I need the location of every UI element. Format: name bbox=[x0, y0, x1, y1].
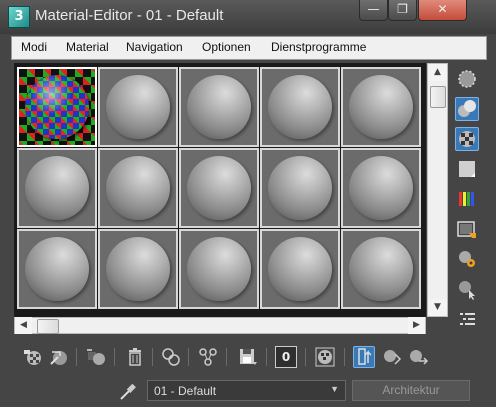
material-preview-sphere bbox=[106, 237, 170, 301]
toolbar-separator bbox=[226, 348, 227, 366]
backlight-icon[interactable] bbox=[455, 97, 479, 121]
material-preview-sphere bbox=[25, 75, 89, 139]
material-preview-sphere bbox=[187, 75, 251, 139]
menu-bar: Modi Material Navigation Optionen Dienst… bbox=[11, 36, 487, 60]
material-sample-slot[interactable] bbox=[98, 229, 178, 309]
horizontal-scroll-thumb[interactable] bbox=[37, 319, 59, 334]
material-preview-sphere bbox=[349, 156, 413, 220]
show-end-result-icon[interactable] bbox=[353, 346, 375, 368]
toolbar-separator bbox=[114, 348, 115, 366]
restore-button[interactable]: ❐ bbox=[388, 0, 417, 21]
material-preview-sphere bbox=[187, 237, 251, 301]
material-sample-slot[interactable] bbox=[98, 67, 178, 147]
delete-material-icon[interactable] bbox=[124, 346, 146, 368]
material-preview-sphere bbox=[187, 156, 251, 220]
background-checker-icon[interactable] bbox=[455, 127, 479, 151]
scroll-up-arrow-icon[interactable]: ▲ bbox=[428, 64, 447, 81]
material-id-channel-button[interactable]: 0 bbox=[275, 346, 297, 368]
material-type-button[interactable]: Architektur bbox=[352, 380, 470, 401]
material-navigator-icon[interactable] bbox=[455, 307, 479, 331]
menu-item-modi[interactable]: Modi bbox=[21, 40, 47, 54]
material-preview-sphere bbox=[268, 75, 332, 139]
go-to-parent-icon[interactable] bbox=[381, 346, 403, 368]
toolbar-separator bbox=[188, 348, 189, 366]
material-preview-sphere bbox=[349, 75, 413, 139]
material-preview-sphere bbox=[268, 237, 332, 301]
material-sample-slot[interactable] bbox=[341, 148, 421, 228]
assign-material-to-selection-icon[interactable] bbox=[84, 346, 106, 368]
app-icon[interactable]: 3 bbox=[8, 6, 30, 28]
material-name-value: 01 - Default bbox=[154, 384, 217, 398]
menu-item-optionen[interactable]: Optionen bbox=[202, 40, 251, 54]
close-button[interactable]: ✕ bbox=[418, 0, 467, 21]
horizontal-scrollbar[interactable]: ◀ ▶ bbox=[14, 317, 426, 334]
toolbar-separator bbox=[305, 348, 306, 366]
show-shaded-material-icon[interactable] bbox=[314, 346, 336, 368]
material-id-value: 0 bbox=[281, 350, 291, 364]
material-sample-slot[interactable] bbox=[17, 148, 97, 228]
material-sample-slot[interactable] bbox=[179, 229, 259, 309]
options-icon[interactable] bbox=[455, 247, 479, 271]
select-by-material-icon[interactable] bbox=[455, 277, 479, 301]
make-material-copy-icon[interactable] bbox=[160, 346, 182, 368]
video-color-check-icon[interactable] bbox=[455, 187, 479, 211]
sample-slots-grid bbox=[14, 63, 426, 317]
menu-item-dienstprogramme[interactable]: Dienstprogramme bbox=[271, 40, 366, 54]
material-preview-sphere bbox=[106, 156, 170, 220]
material-sample-slot[interactable] bbox=[179, 148, 259, 228]
pick-material-from-object-icon[interactable] bbox=[117, 380, 139, 402]
material-preview-sphere bbox=[106, 75, 170, 139]
material-sample-slot[interactable] bbox=[179, 67, 259, 147]
get-material-icon[interactable] bbox=[22, 346, 44, 368]
vertical-scroll-thumb[interactable] bbox=[430, 86, 446, 108]
material-editor-window: 3 Material-Editor - 01 - Default — ❐ ✕ M… bbox=[0, 0, 496, 407]
toolbar-separator bbox=[152, 348, 153, 366]
go-forward-to-sibling-icon[interactable] bbox=[407, 346, 429, 368]
material-sample-slot[interactable] bbox=[260, 67, 340, 147]
put-material-to-scene-icon[interactable] bbox=[48, 346, 70, 368]
material-sample-slot[interactable] bbox=[17, 229, 97, 309]
scroll-right-arrow-icon[interactable]: ▶ bbox=[408, 317, 425, 334]
material-preview-sphere bbox=[349, 237, 413, 301]
material-preview-sphere bbox=[25, 156, 89, 220]
make-unique-icon[interactable] bbox=[197, 346, 219, 368]
material-preview-sphere bbox=[268, 156, 332, 220]
menu-item-material[interactable]: Material bbox=[66, 40, 109, 54]
put-to-library-icon[interactable] bbox=[237, 346, 259, 368]
toolbar-separator bbox=[76, 348, 77, 366]
material-sample-slot[interactable] bbox=[260, 229, 340, 309]
minimize-button[interactable]: — bbox=[359, 0, 388, 21]
menu-item-navigation[interactable]: Navigation bbox=[126, 40, 183, 54]
toolbar-separator bbox=[266, 348, 267, 366]
window-title: Material-Editor - 01 - Default bbox=[35, 7, 224, 24]
scroll-left-arrow-icon[interactable]: ◀ bbox=[15, 317, 32, 334]
material-preview-sphere bbox=[25, 237, 89, 301]
title-bar[interactable]: 3 Material-Editor - 01 - Default — ❐ ✕ bbox=[0, 0, 496, 34]
toolbar-separator bbox=[344, 348, 345, 366]
sample-type-icon[interactable] bbox=[455, 67, 479, 91]
material-name-dropdown[interactable]: 01 - Default ▼ bbox=[147, 380, 346, 401]
sample-uv-tiling-icon[interactable] bbox=[455, 157, 479, 181]
material-sample-slot[interactable] bbox=[98, 148, 178, 228]
material-sample-slot[interactable] bbox=[341, 67, 421, 147]
make-preview-icon[interactable] bbox=[455, 217, 479, 241]
material-sample-slot[interactable] bbox=[260, 148, 340, 228]
vertical-scrollbar[interactable]: ▲ ▼ bbox=[427, 63, 448, 317]
scroll-down-arrow-icon[interactable]: ▼ bbox=[428, 299, 447, 316]
material-sample-slot[interactable] bbox=[17, 67, 97, 147]
material-sample-slot[interactable] bbox=[341, 229, 421, 309]
chevron-down-icon: ▼ bbox=[330, 384, 339, 394]
